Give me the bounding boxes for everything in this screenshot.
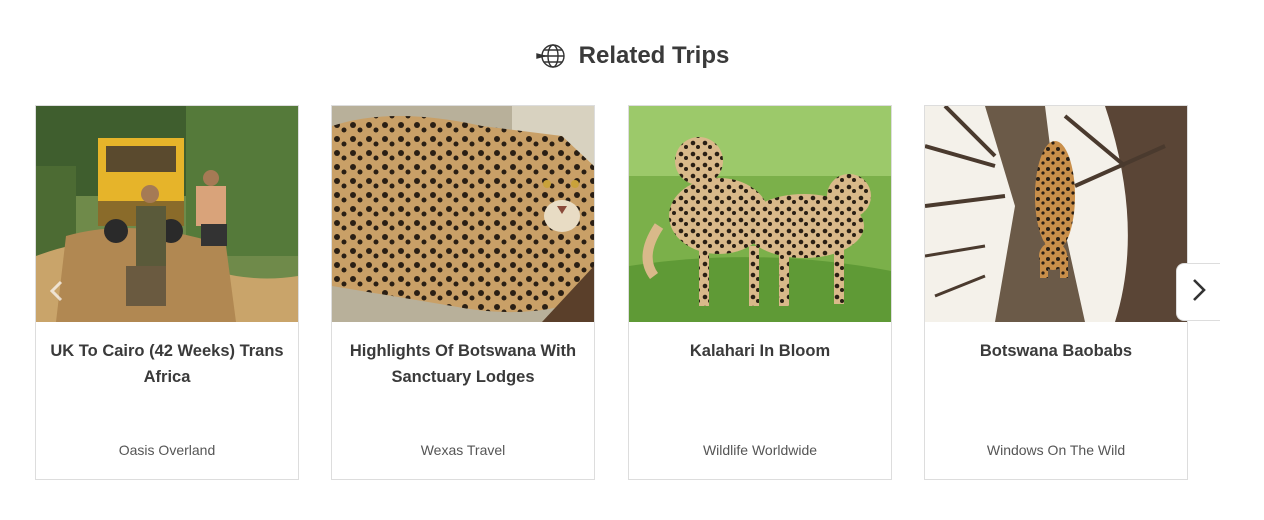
trip-operator: Wildlife Worldwide [702,442,818,458]
trip-operator: Wexas Travel [420,442,506,458]
carousel-next-button[interactable] [1176,263,1220,321]
trip-card[interactable]: UK To Cairo (42 Weeks) Trans Africa Oasi… [35,105,299,480]
trip-operator: Windows On The Wild [986,442,1126,458]
chevron-right-icon [1191,278,1207,307]
trip-title[interactable]: UK To Cairo (42 Weeks) Trans Africa [50,338,284,390]
trip-image-two-leopards[interactable] [629,106,891,322]
trip-image-overland-truck[interactable] [36,106,298,322]
globe-plane-icon [535,40,567,72]
trip-title[interactable]: Botswana Baobabs [939,338,1173,364]
trip-title[interactable]: Kalahari In Bloom [643,338,877,364]
related-trips-header: Related Trips [0,36,1264,76]
carousel-prev-button[interactable] [42,278,70,308]
trip-card[interactable]: Highlights Of Botswana With Sanctuary Lo… [331,105,595,480]
trip-title[interactable]: Highlights Of Botswana With Sanctuary Lo… [346,338,580,390]
trip-card[interactable]: Botswana Baobabs Windows On The Wild [924,105,1188,480]
trip-operator: Oasis Overland [118,442,216,458]
trip-card[interactable]: Kalahari In Bloom Wildlife Worldwide [628,105,892,480]
chevron-left-icon [48,280,64,307]
trip-image-leopard-tree[interactable] [925,106,1187,322]
section-title: Related Trips [578,42,730,69]
trip-image-leopard-closeup[interactable] [332,106,594,322]
